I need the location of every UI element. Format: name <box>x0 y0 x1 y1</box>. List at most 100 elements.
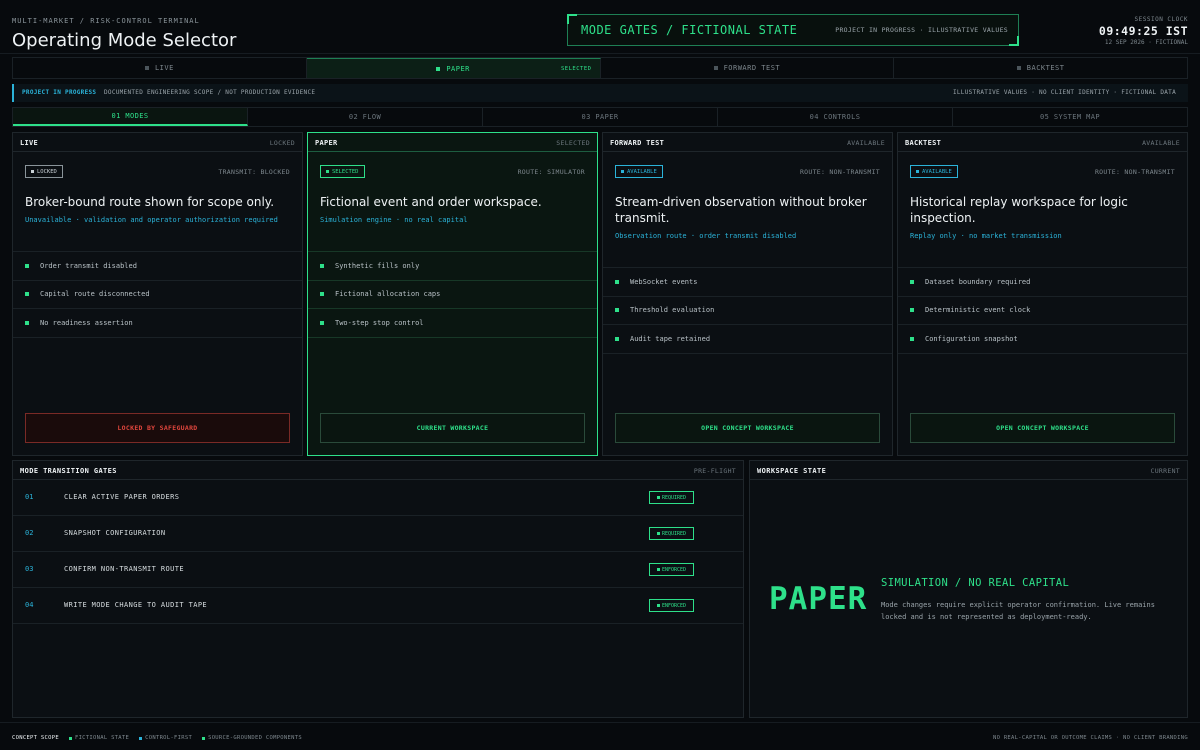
gate-status-badge: REQUIRED <box>649 527 694 540</box>
route-label: ROUTE: NON-TRANSMIT <box>799 168 880 176</box>
open-concept-workspace-button[interactable]: OPEN CONCEPT WORKSPACE <box>615 413 880 443</box>
card-title: PAPER <box>315 139 338 147</box>
mode-tab-live[interactable]: LIVE <box>13 58 307 78</box>
tab-indicator-icon <box>713 66 718 70</box>
card-headline: Stream-driven observation without broker… <box>615 195 867 225</box>
feature-label: Synthetic fills only <box>335 261 420 270</box>
footer-item-label: FICTIONAL STATE <box>74 735 130 741</box>
locked-button[interactable]: LOCKED BY SAFEGUARD <box>25 413 290 443</box>
card-title: BACKTEST <box>905 139 942 147</box>
card-header: FORWARD TEST AVAILABLE <box>603 133 892 152</box>
list-item: No readiness assertion <box>13 309 302 338</box>
card-description: Simulation engine · no real capital <box>320 216 468 224</box>
workspace-state-panel: WORKSPACE STATE CURRENT PAPER SIMULATION… <box>749 460 1188 718</box>
terminal-subtitle: MULTI-MARKET / RISK-CONTROL TERMINAL <box>12 17 200 25</box>
feature-label: Configuration snapshot <box>925 334 1018 343</box>
route-label: TRANSMIT: BLOCKED <box>218 168 290 176</box>
mode-tab-paper[interactable]: PAPER SELECTED <box>306 58 601 78</box>
footer-scope: CONCEPT SCOPE FICTIONAL STATE CONTROL-FI… <box>12 735 302 741</box>
badge-dot-icon <box>326 170 329 173</box>
feature-list: Order transmit disabled Capital route di… <box>13 251 302 338</box>
open-concept-workspace-button[interactable]: OPEN CONCEPT WORKSPACE <box>910 413 1175 443</box>
footer-item-label: SOURCE-GROUNDED COMPONENTS <box>208 735 302 741</box>
bullet-icon <box>25 320 29 325</box>
app-header: MULTI-MARKET / RISK-CONTROL TERMINAL Ope… <box>0 0 1200 54</box>
card-status: AVAILABLE <box>1142 139 1180 147</box>
card-status: AVAILABLE <box>847 139 885 147</box>
route-label: ROUTE: NON-TRANSMIT <box>1094 168 1175 176</box>
card-title: FORWARD TEST <box>610 139 665 147</box>
feature-label: Threshold evaluation <box>630 306 715 315</box>
footer-item: FICTIONAL STATE <box>68 735 130 741</box>
card-headline: Fictional event and order workspace. <box>320 195 542 209</box>
status-badge: AVAILABLE <box>910 165 958 178</box>
gate-text: CLEAR ACTIVE PAPER ORDERS <box>64 493 180 501</box>
page-title: Operating Mode Selector <box>12 30 237 51</box>
bullet-icon <box>25 263 29 268</box>
session-clock-label: SESSION CLOCK <box>1134 16 1188 23</box>
mode-gates-note: PROJECT IN PROGRESS · ILLUSTRATIVE VALUE… <box>835 26 1008 34</box>
feature-label: Order transmit disabled <box>40 261 137 270</box>
bullet-icon <box>320 320 324 325</box>
feature-label: No readiness assertion <box>40 318 133 327</box>
mode-tab-label: FORWARD TEST <box>723 64 781 72</box>
tab-paper[interactable]: 03 PAPER <box>483 108 718 126</box>
list-item: WebSocket events <box>603 268 892 297</box>
route-label: ROUTE: SIMULATOR <box>517 168 585 176</box>
bullet-icon <box>910 279 914 284</box>
card-title: LIVE <box>20 139 39 147</box>
badge-dot-icon <box>621 170 624 173</box>
bullet-icon <box>68 736 72 740</box>
gate-number: 04 <box>25 601 34 609</box>
mode-card-paper: PAPER SELECTED SELECTED ROUTE: SIMULATOR… <box>307 132 598 456</box>
gate-status-badge: ENFORCED <box>649 563 694 576</box>
bullet-icon <box>615 279 619 284</box>
feature-label: Audit tape retained <box>630 334 711 343</box>
feature-list: Synthetic fills only Fictional allocatio… <box>308 251 597 338</box>
bullet-icon <box>320 292 324 297</box>
panel-tag: CURRENT <box>1150 467 1180 475</box>
table-row: 04 WRITE MODE CHANGE TO AUDIT TAPE ENFOR… <box>13 588 743 624</box>
gate-number: 01 <box>25 493 34 501</box>
list-item: Fictional allocation caps <box>308 281 597 309</box>
list-item: Threshold evaluation <box>603 297 892 325</box>
bullet-icon <box>615 336 619 341</box>
mode-tab-forward-test[interactable]: FORWARD TEST <box>601 58 895 78</box>
gate-status-badge: ENFORCED <box>649 599 694 612</box>
bullet-icon <box>202 736 206 740</box>
card-description: Unavailable · validation and operator au… <box>25 216 278 224</box>
section-tab-bar: 01 MODES 02 FLOW 03 PAPER 04 CONTROLS 05… <box>12 107 1188 127</box>
tab-flow[interactable]: 02 FLOW <box>248 108 483 126</box>
footer-label: CONCEPT SCOPE <box>12 735 59 741</box>
tab-controls[interactable]: 04 CONTROLS <box>718 108 953 126</box>
badge-label: ENFORCED <box>661 566 687 573</box>
list-item: Order transmit disabled <box>13 252 302 281</box>
badge-dot-icon <box>656 532 660 535</box>
tab-modes[interactable]: 01 MODES <box>13 108 248 126</box>
feature-label: Two-step stop control <box>335 318 424 327</box>
list-item: Configuration snapshot <box>898 325 1187 354</box>
current-mode-display: PAPER <box>769 581 868 617</box>
badge-label: AVAILABLE <box>627 168 657 175</box>
feature-label: Capital route disconnected <box>40 290 150 299</box>
status-badge: LOCKED <box>25 165 63 178</box>
badge-dot-icon <box>656 568 660 571</box>
project-status-banner: PROJECT IN PROGRESS DOCUMENTED ENGINEERI… <box>12 84 1188 102</box>
session-date: 12 SEP 2026 · FICTIONAL <box>1104 39 1188 46</box>
feature-label: Deterministic event clock <box>925 306 1031 315</box>
footer-item-label: CONTROL-FIRST <box>145 735 193 741</box>
tab-indicator-icon <box>436 66 441 71</box>
selected-tag: SELECTED <box>561 66 592 72</box>
list-item: Deterministic event clock <box>898 297 1187 325</box>
current-workspace-button[interactable]: CURRENT WORKSPACE <box>320 413 585 443</box>
feature-label: Dataset boundary required <box>925 277 1031 286</box>
card-status: SELECTED <box>556 139 590 147</box>
mode-tab-backtest[interactable]: BACKTEST <box>894 58 1187 78</box>
badge-dot-icon <box>916 170 919 173</box>
list-item: Synthetic fills only <box>308 252 597 281</box>
tab-system-map[interactable]: 05 SYSTEM MAP <box>953 108 1187 126</box>
list-item: Audit tape retained <box>603 325 892 354</box>
feature-list: Dataset boundary required Deterministic … <box>898 267 1187 354</box>
mode-summary: SIMULATION / NO REAL CAPITAL <box>881 577 1070 589</box>
badge-label: AVAILABLE <box>922 168 952 175</box>
